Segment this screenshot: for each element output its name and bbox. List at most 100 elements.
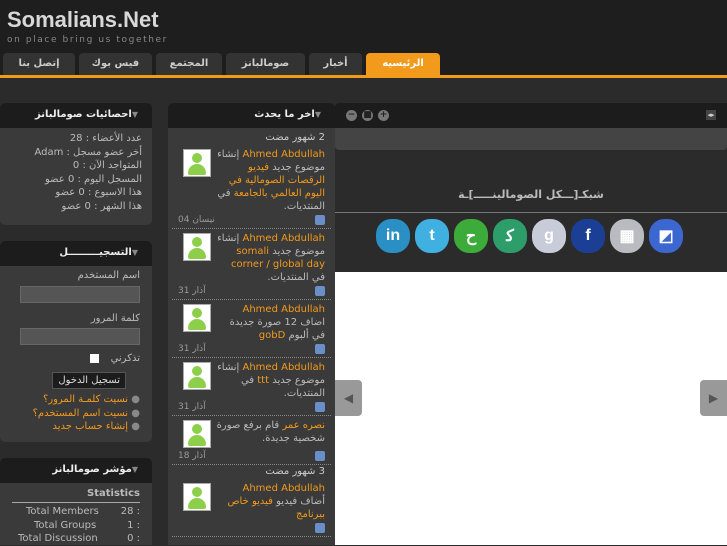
activity-link[interactable]: gobD [259,330,286,341]
stat-line: هذا الاسبوع : 0 عضو [55,187,142,198]
network-title: شبكـ[ـــكل الصومالينـــــ]ـة [458,188,604,201]
user-link[interactable]: Ahmed Abdullah [243,304,326,315]
activity-type-icon [315,402,325,412]
feed-group-heading: 2 شهور مضت [265,132,325,143]
site-logo[interactable]: Somalians.Net [7,7,159,33]
feed-item: Ahmed Abdullah اضاف 12 صورة جديدة في ألب… [172,300,331,358]
user-avatar[interactable] [183,483,211,511]
user-link[interactable]: Ahmed Abdullah [243,483,326,494]
activity-date: آذار 31 [178,286,206,296]
stats-panel: ▼احصائيات صومالبانز عدد الأعضاء : 28 أخر… [0,103,152,225]
stats-row-label: Total Groups [34,519,97,531]
google-icon[interactable]: g [532,219,566,253]
stats-row: Total Groups 1 : [12,519,140,533]
feed-item: نصره عمر قام برفع صورة شخصية جديدة. آذار… [172,416,331,465]
activity-type-icon [315,215,325,225]
maximize-icon[interactable]: + [378,110,389,121]
divider [335,212,727,213]
expand-icon[interactable]: ◂▸ [706,110,716,120]
activity-date: آذار 18 [178,451,206,461]
prev-slide-button[interactable]: ◀ [335,380,362,416]
tab-community[interactable]: المجتمع [156,53,222,75]
forgot-password-link[interactable]: نسيت كلمـة المرور؟ [43,394,128,405]
activity-date: آذار 31 [178,344,206,354]
collapse-arrow-icon[interactable]: ▼ [132,248,138,257]
feed-title: اخر ما يحدث [254,109,315,120]
password-label: كلمة المرور [90,312,140,324]
collapse-arrow-icon[interactable]: ▼ [315,110,321,119]
activity-link[interactable]: ttt [257,375,269,386]
activity-type-icon [315,451,325,461]
stats-row-label: Total Members [26,506,99,517]
next-slide-button[interactable]: ▶ [700,380,727,416]
user-link[interactable]: Ahmed Abdullah [243,362,326,373]
site-tagline: on place bring us together [7,35,168,45]
collapse-arrow-icon[interactable]: ▼ [132,465,138,474]
delicious-icon[interactable]: ◩ [649,219,683,253]
user-link[interactable]: Ahmed Abdullah [243,149,326,160]
toolbar-band [335,128,727,150]
user-avatar[interactable] [183,233,211,261]
user-avatar[interactable] [183,304,211,332]
username-label: اسم المستخدم [77,270,140,281]
delicious-alt-icon[interactable]: ▦ [610,219,644,253]
tab-somalipans[interactable]: صومالبانز [226,53,305,75]
user-avatar[interactable] [183,149,211,177]
tab-contact[interactable]: إتصل بنا [3,53,75,75]
activity-date: نيسان 04 [178,215,215,225]
stats-panel-header[interactable]: ▼احصائيات صومالبانز [0,103,152,128]
minimize-icon[interactable]: − [346,110,357,121]
login-panel-title: التسجيـــــــــل [59,247,132,258]
stats-row-label: Total Discussion [18,533,98,544]
tab-news[interactable]: أخبار [309,53,362,75]
stat-line: هذا الشهر : 0 عضو [61,200,142,212]
activity-text-end: في المنتديات. [267,272,325,283]
social-icons: in t ح ﮐ g f ▦ ◩ [376,219,683,253]
user-link[interactable]: Ahmed Abdullah [243,233,326,244]
statistics-heading: Statistics [12,487,140,503]
myspace-icon[interactable]: ح [454,219,488,253]
password-input[interactable] [20,328,140,345]
forgot-username-link[interactable]: نسيت اسم المستخدم؟ [33,408,128,419]
stat-line: المتواجد الآن : 0 [72,160,142,171]
slideshow-area [335,272,727,545]
stat-line: أخر عضو مسجل : Adam [34,146,142,158]
activity-type-icon [315,344,325,354]
collapse-arrow-icon[interactable]: ▼ [132,110,138,119]
login-panel-header[interactable]: ▼التسجيـــــــــل [0,241,152,266]
feed-item: Ahmed Abdullah إنشاء موضوع جديد ttt في ا… [172,358,331,416]
feed-item: Ahmed Abdullah إنشاء موضوع جديد فيديو ال… [172,145,331,229]
stats-row: Total Members 28 : [12,505,140,519]
site-header: Somalians.Net on place bring us together… [0,0,727,78]
indicator-panel-title: مؤشر صومالبانز [52,464,132,475]
user-link[interactable]: نصره عمر [282,420,325,431]
login-panel: ▼التسجيـــــــــل اسم المستخدم كلمة المر… [0,241,152,442]
tab-facebook[interactable]: فيس بوك [79,53,152,75]
twitter-icon[interactable]: t [415,219,449,253]
stumbleupon-icon[interactable]: ﮐ [493,219,527,253]
feed-item: Ahmed Abdullah أضاف فيديو فيديو خاص ببرن… [172,479,331,537]
feed-group-heading: 3 شهور مضت [265,466,325,477]
stat-line: عدد الأعضاء : 28 [69,133,142,144]
tab-home[interactable]: الرئيسيه [366,53,440,75]
username-input[interactable] [20,285,140,303]
activity-type-icon [315,286,325,296]
user-avatar[interactable] [183,420,211,448]
stats-row-value: 0 : [127,533,140,544]
slider-toolbar [335,103,727,128]
stats-row-value: 1 : [127,519,140,531]
remember-label: تذكرني [110,353,140,364]
activity-date: آذار 31 [178,402,206,412]
facebook-icon[interactable]: f [571,219,605,253]
linkedin-icon[interactable]: in [376,219,410,253]
activity-feed-panel: ▼اخر ما يحدث 2 شهور مضت Ahmed Abdullah إ… [168,103,335,545]
indicator-panel-header[interactable]: ▼مؤشر صومالبانز [0,458,152,483]
user-avatar[interactable] [183,362,211,390]
feed-header[interactable]: ▼اخر ما يحدث [168,103,335,128]
create-account-link[interactable]: إنشاء حساب جديد [52,421,128,432]
stop-icon[interactable]: ■ [362,110,373,121]
login-button[interactable]: تسجيل الدخول [52,371,126,389]
remember-checkbox[interactable] [90,353,100,363]
activity-text: أضاف فيديو [272,496,325,507]
stats-panel-title: احصائيات صومالبانز [35,109,132,120]
